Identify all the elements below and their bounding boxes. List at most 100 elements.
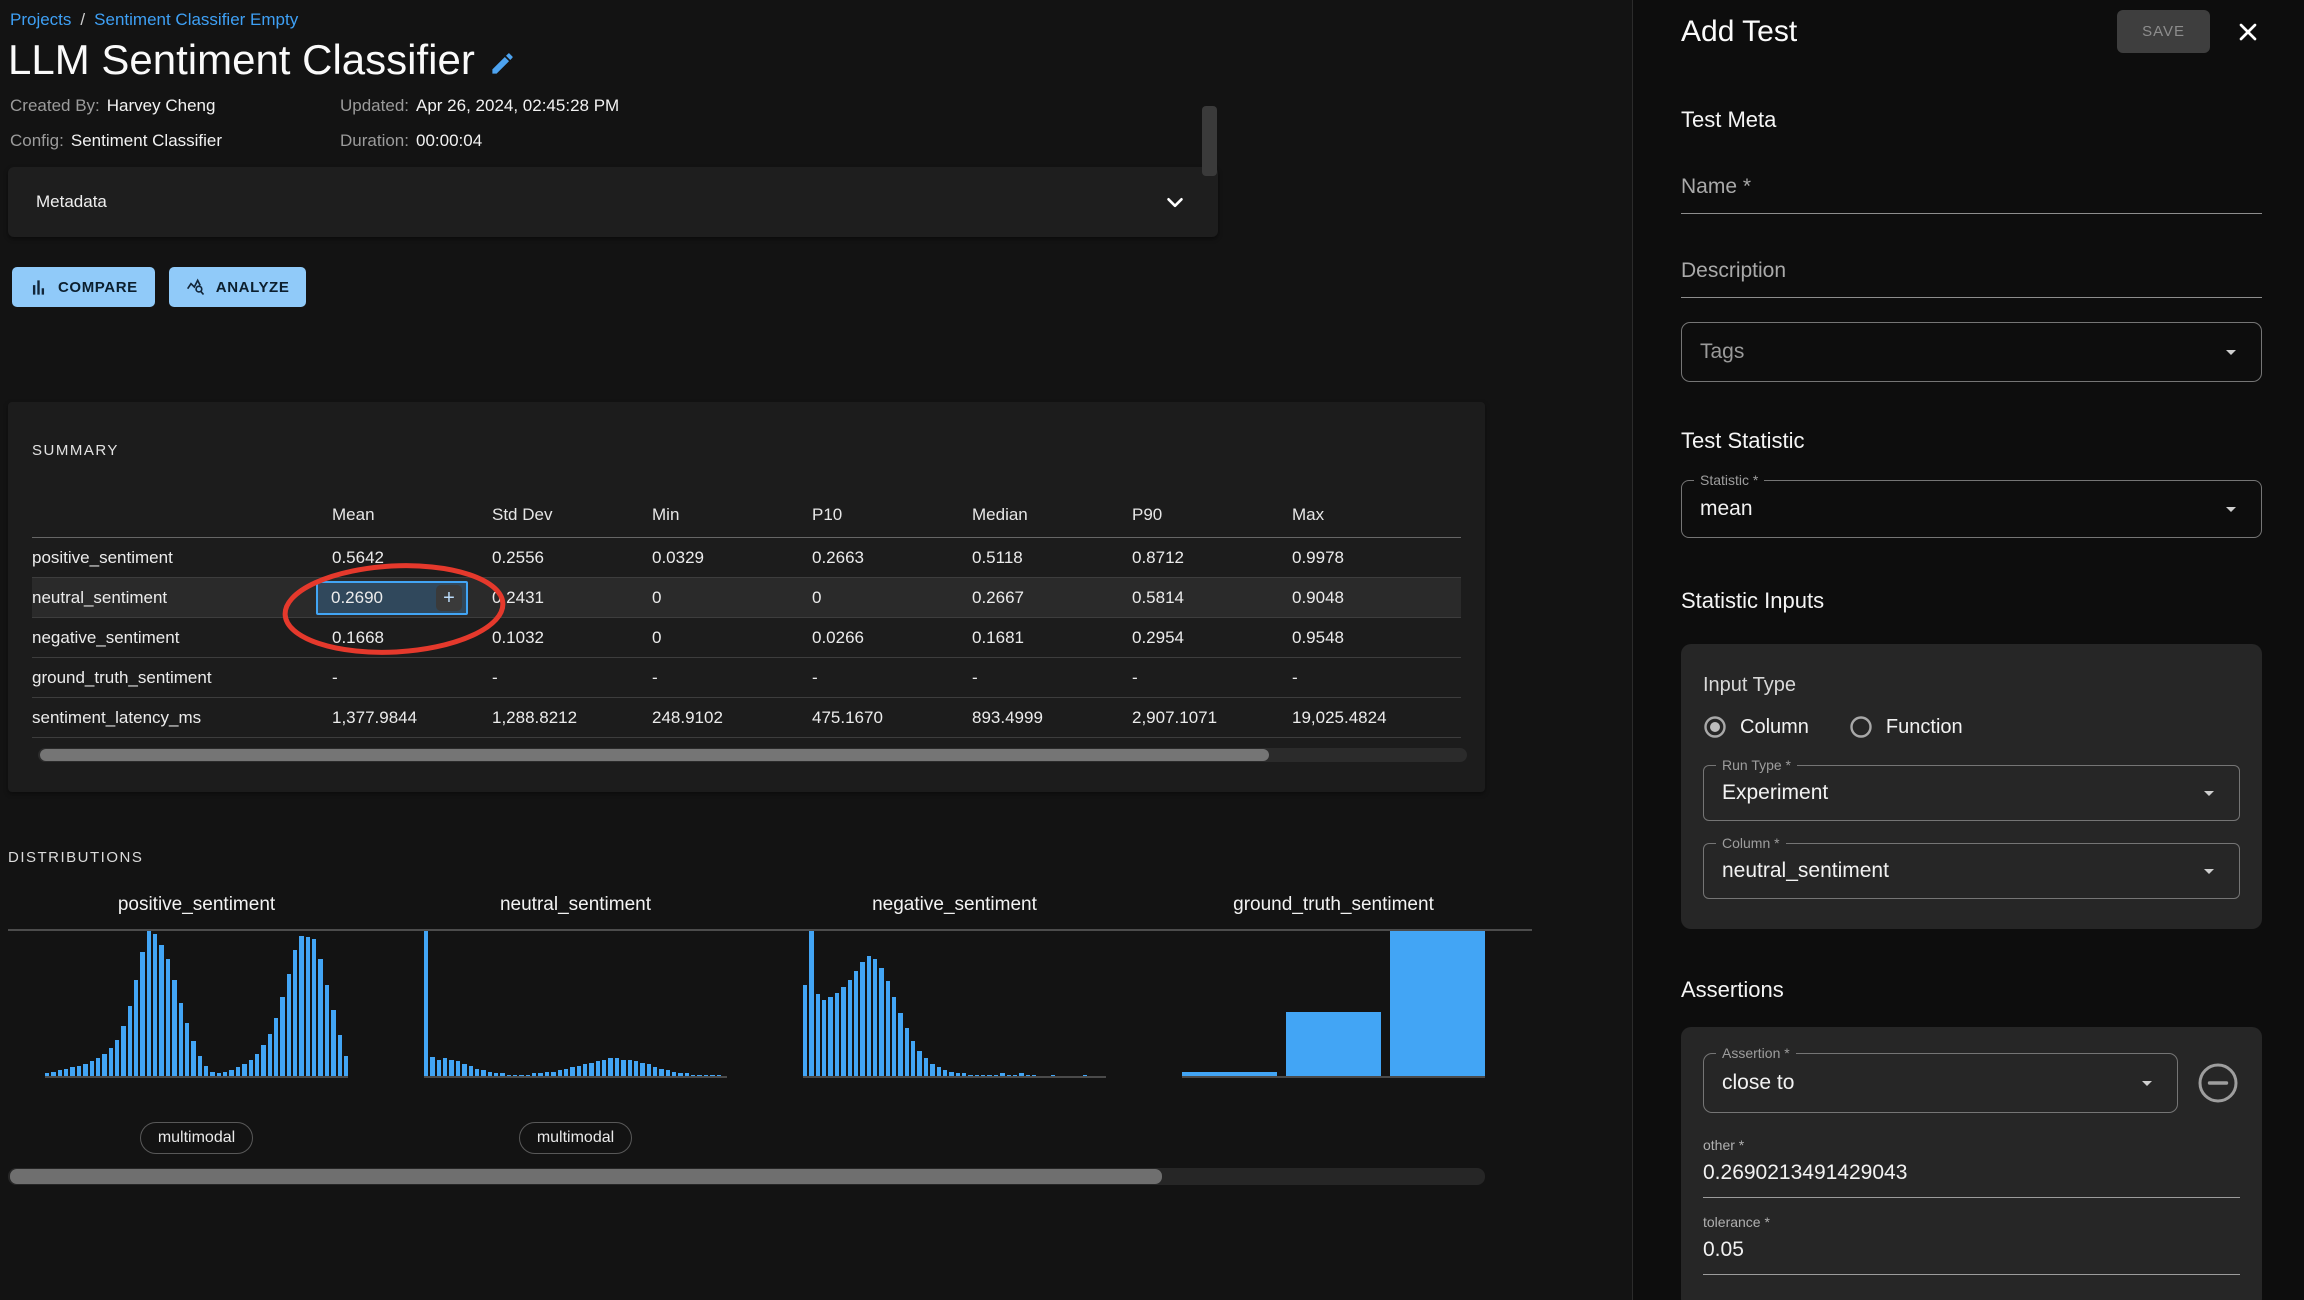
histogram-bar	[1013, 1075, 1017, 1076]
histogram-bar	[653, 1067, 657, 1076]
histogram-bar	[1083, 1075, 1087, 1076]
distribution-chart: ground_truth_sentiment	[1182, 894, 1485, 1154]
histogram-bar	[140, 952, 144, 1076]
table-cell: -	[332, 668, 492, 688]
statistic-select[interactable]: Statistic * mean	[1681, 480, 2262, 538]
histogram-bar	[854, 971, 858, 1076]
column-header: Std Dev	[492, 505, 652, 525]
histogram-bar	[147, 930, 151, 1076]
chart-tag-row	[803, 1078, 1106, 1154]
histogram-bar	[424, 930, 428, 1076]
histogram-bar	[848, 980, 852, 1076]
table-cell: 19,025.4824	[1292, 708, 1452, 728]
histogram-bar	[828, 997, 832, 1076]
bar-chart-icon	[29, 278, 48, 297]
column-header: Mean	[332, 505, 492, 525]
table-cell: 0	[652, 588, 812, 608]
histogram-bar	[430, 1057, 434, 1076]
breadcrumb-link-current[interactable]: Sentiment Classifier Empty	[94, 10, 298, 30]
assertion-select[interactable]: Assertion * close to	[1703, 1053, 2178, 1113]
compare-button[interactable]: COMPARE	[12, 267, 155, 307]
breadcrumb-link-projects[interactable]: Projects	[10, 10, 71, 30]
tolerance-field-label: tolerance *	[1703, 1214, 2240, 1230]
histogram-bar	[481, 1070, 485, 1076]
vertical-scrollbar-thumb[interactable]	[1202, 106, 1217, 176]
analyze-button[interactable]: ANALYZE	[169, 267, 307, 307]
table-cell: -	[972, 668, 1132, 688]
histogram-bar	[892, 997, 896, 1076]
radio-column-label: Column	[1740, 716, 1809, 739]
run-type-select[interactable]: Run Type * Experiment	[1703, 765, 2240, 821]
table-cell: 0.9548	[1292, 628, 1452, 648]
histogram-bar	[678, 1073, 682, 1076]
main-content: Projects / Sentiment Classifier Empty LL…	[0, 0, 1632, 1300]
radio-column[interactable]: Column	[1703, 715, 1809, 739]
histogram-bar	[312, 939, 316, 1076]
distributions-section: DISTRIBUTIONS positive_sentimentmultimod…	[8, 849, 1532, 1185]
bottom-scrollbar-thumb[interactable]	[10, 1169, 1162, 1184]
bottom-horizontal-scrollbar[interactable]	[8, 1168, 1485, 1185]
table-row[interactable]: ground_truth_sentiment-------	[32, 657, 1461, 697]
histogram-bar	[905, 1028, 909, 1076]
histogram-bar	[710, 1075, 714, 1076]
histogram-bar	[1286, 1012, 1381, 1076]
table-cell: 0.8712	[1132, 548, 1292, 568]
tags-select[interactable]: Tags	[1681, 322, 2262, 382]
table-row[interactable]: negative_sentiment0.16680.103200.02660.1…	[32, 617, 1461, 657]
assertion-select-label: Assertion *	[1716, 1045, 1796, 1061]
add-test-plus-button[interactable]: +	[436, 585, 462, 611]
histogram-bar	[242, 1064, 246, 1076]
histogram-bar	[1000, 1073, 1004, 1076]
table-cell: 248.9102	[652, 708, 812, 728]
histogram	[45, 930, 348, 1078]
histogram-bar	[717, 1075, 721, 1076]
histogram-bar	[58, 1070, 62, 1076]
histogram-bar	[249, 1060, 253, 1076]
histogram-bar	[159, 945, 163, 1076]
column-header: Min	[652, 505, 812, 525]
save-button[interactable]: SAVE	[2117, 10, 2210, 53]
histogram-bar	[449, 1060, 453, 1076]
histogram-bar	[64, 1069, 68, 1076]
histogram-bar	[917, 1051, 921, 1076]
table-scrollbar-thumb[interactable]	[40, 749, 1269, 761]
radio-function[interactable]: Function	[1849, 715, 1963, 739]
tolerance-field[interactable]: 0.05	[1703, 1234, 2240, 1275]
table-cell: -	[1292, 668, 1452, 688]
other-field[interactable]: 0.2690213491429043	[1703, 1157, 2240, 1198]
tags-placeholder: Tags	[1700, 340, 2209, 364]
histogram-bar	[507, 1075, 511, 1076]
histogram-bar	[331, 1010, 335, 1076]
histogram-bar	[898, 1013, 902, 1076]
histogram-bar	[628, 1060, 632, 1076]
edit-title-button[interactable]	[489, 50, 516, 77]
table-row[interactable]: neutral_sentiment0.2690+0.2431000.26670.…	[32, 577, 1461, 617]
column-select[interactable]: Column * neutral_sentiment	[1703, 843, 2240, 899]
histogram-bar	[647, 1064, 651, 1076]
description-field[interactable]: Description	[1681, 255, 2262, 298]
summary-table-header: MeanStd DevMinP10MedianP90Max	[32, 505, 1461, 537]
histogram-bar	[70, 1067, 74, 1076]
panel-title: Add Test	[1681, 15, 2117, 49]
histogram-bar	[621, 1060, 625, 1076]
remove-assertion-button[interactable]	[2196, 1061, 2240, 1105]
chart-tag-row	[1182, 1078, 1485, 1154]
arrow-drop-down-icon	[2197, 859, 2221, 883]
table-cell: 0.9978	[1292, 548, 1452, 568]
close-panel-button[interactable]	[2234, 18, 2262, 46]
histogram-bar	[96, 1058, 100, 1076]
table-row[interactable]: sentiment_latency_ms1,377.98441,288.8212…	[32, 697, 1461, 737]
name-field[interactable]: Name *	[1681, 171, 2262, 214]
table-horizontal-scrollbar[interactable]	[38, 748, 1467, 762]
highlighted-cell[interactable]: 0.2690+	[316, 581, 468, 615]
histogram-bar	[564, 1069, 568, 1076]
histogram-bar	[873, 959, 877, 1076]
name-field-label: Name *	[1681, 175, 1751, 198]
chart-title: ground_truth_sentiment	[1182, 894, 1485, 918]
table-row[interactable]: positive_sentiment0.56420.25560.03290.26…	[32, 537, 1461, 577]
metadata-accordion[interactable]: Metadata	[8, 167, 1218, 237]
breadcrumb-separator: /	[80, 10, 85, 30]
chevron-down-icon	[1162, 189, 1188, 215]
radio-function-label: Function	[1886, 716, 1963, 739]
tag-chip: multimodal	[140, 1122, 253, 1154]
